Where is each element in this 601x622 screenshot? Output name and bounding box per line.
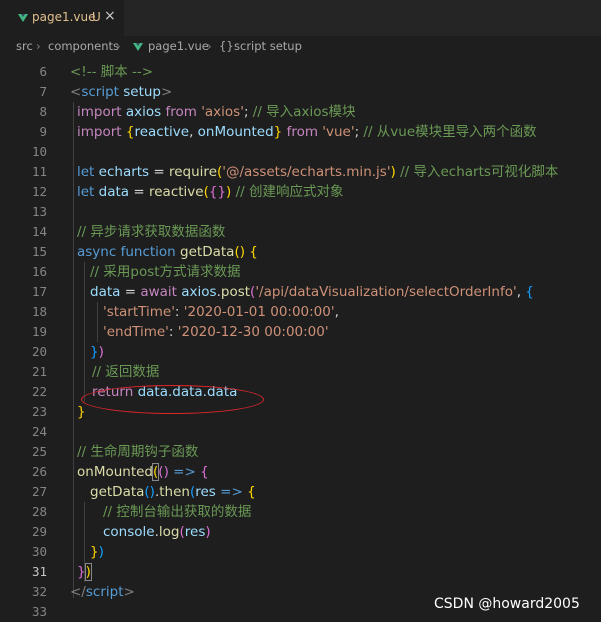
tab-label: page1.vue [32,10,96,24]
vue-file-icon [133,43,143,51]
code-line[interactable]: 13 [0,202,601,222]
breadcrumb-script-setup[interactable]: script setup [234,39,302,53]
code-line[interactable]: 12 let data = reactive({}) // 创建响应式对象 [0,182,601,202]
code-line[interactable]: 7 <script setup> [0,82,601,102]
line-number: 17 [31,284,47,299]
line-number: 22 [31,384,47,399]
code-line[interactable]: 6 <!-- 脚本 --> [0,62,601,82]
line-number: 20 [31,344,47,359]
chevron-right-icon: › [36,39,41,53]
comment: <!-- 脚本 --> [70,64,154,80]
breadcrumb-file[interactable]: page1.vue [148,39,209,53]
line-number: 28 [31,504,47,519]
code-line[interactable]: 17 data = await axios.post('/api/dataVis… [0,282,601,302]
line-number: 11 [31,164,47,179]
line-number: 33 [31,604,47,619]
line-number: 14 [31,224,47,239]
code-line[interactable]: 20 }) [0,342,601,362]
code-editor[interactable]: 6 <!-- 脚本 --> 7 <script setup> 8 import … [0,58,601,620]
code-line[interactable]: 15 async function getData() { [0,242,601,262]
close-icon[interactable]: × [104,8,116,24]
watermark: CSDN @howard2005 [434,596,580,612]
code-line[interactable]: 25 // 生命周期钩子函数 [0,442,601,462]
chevron-right-icon: › [207,39,212,53]
code-line[interactable]: 18 'startTime': '2020-01-01 00:00:00', [0,302,601,322]
line-number: 29 [31,524,47,539]
line-number: 32 [31,584,47,599]
code-line[interactable]: 10 [0,142,601,162]
breadcrumb-components[interactable]: components [48,39,119,53]
tab-page1-vue[interactable]: page1.vue U × [0,0,124,36]
line-number: 6 [39,64,47,79]
line-number: 8 [39,104,47,119]
line-number: 19 [31,324,47,339]
code-line[interactable]: 8 import axios from 'axios'; // 导入axios模… [0,102,601,122]
line-number: 25 [31,444,47,459]
breadcrumb: src › components › page1.vue › {} script… [0,36,601,58]
braces-icon: {} [219,39,234,53]
code-line[interactable]: 11 let echarts = require('@/assets/echar… [0,162,601,182]
code-line[interactable]: 30 }) [0,542,601,562]
line-number: 9 [39,124,47,139]
line-number: 13 [31,204,47,219]
code-line[interactable]: 28 // 控制台输出获取的数据 [0,502,601,522]
line-number: 7 [39,84,47,99]
code-line[interactable]: 21 // 返回数据 [0,362,601,382]
code-line[interactable]: 9 import {reactive, onMounted} from 'vue… [0,122,601,142]
breadcrumb-src[interactable]: src [16,39,33,53]
line-number: 18 [31,304,47,319]
code-line[interactable]: 19 'endTime': '2020-12-30 00:00:00' [0,322,601,342]
line-number: 10 [31,144,47,159]
line-number: 12 [31,184,47,199]
editor-tab-bar: page1.vue U × [0,0,601,36]
code-line[interactable]: 26 onMounted(() => { [0,462,601,482]
code-line[interactable]: 14 // 异步请求获取数据函数 [0,222,601,242]
line-number: 24 [31,424,47,439]
line-number: 27 [31,484,47,499]
line-number: 23 [31,404,47,419]
annotation-ellipse [81,385,264,414]
code-line[interactable]: 31 }) [0,562,601,582]
line-number: 30 [31,544,47,559]
line-number: 21 [31,364,47,379]
code-line[interactable]: 27 getData().then(res => { [0,482,601,502]
code-line[interactable]: 16 // 采用post方式请求数据 [0,262,601,282]
line-number: 16 [31,264,47,279]
line-number-active: 31 [31,564,47,579]
chevron-right-icon: › [116,39,121,53]
untracked-badge: U [92,10,101,24]
vue-file-icon [18,14,28,22]
line-number: 15 [31,244,47,259]
code-line[interactable]: 29 console.log(res) [0,522,601,542]
line-number: 26 [31,464,47,479]
code-line[interactable]: 24 [0,422,601,442]
